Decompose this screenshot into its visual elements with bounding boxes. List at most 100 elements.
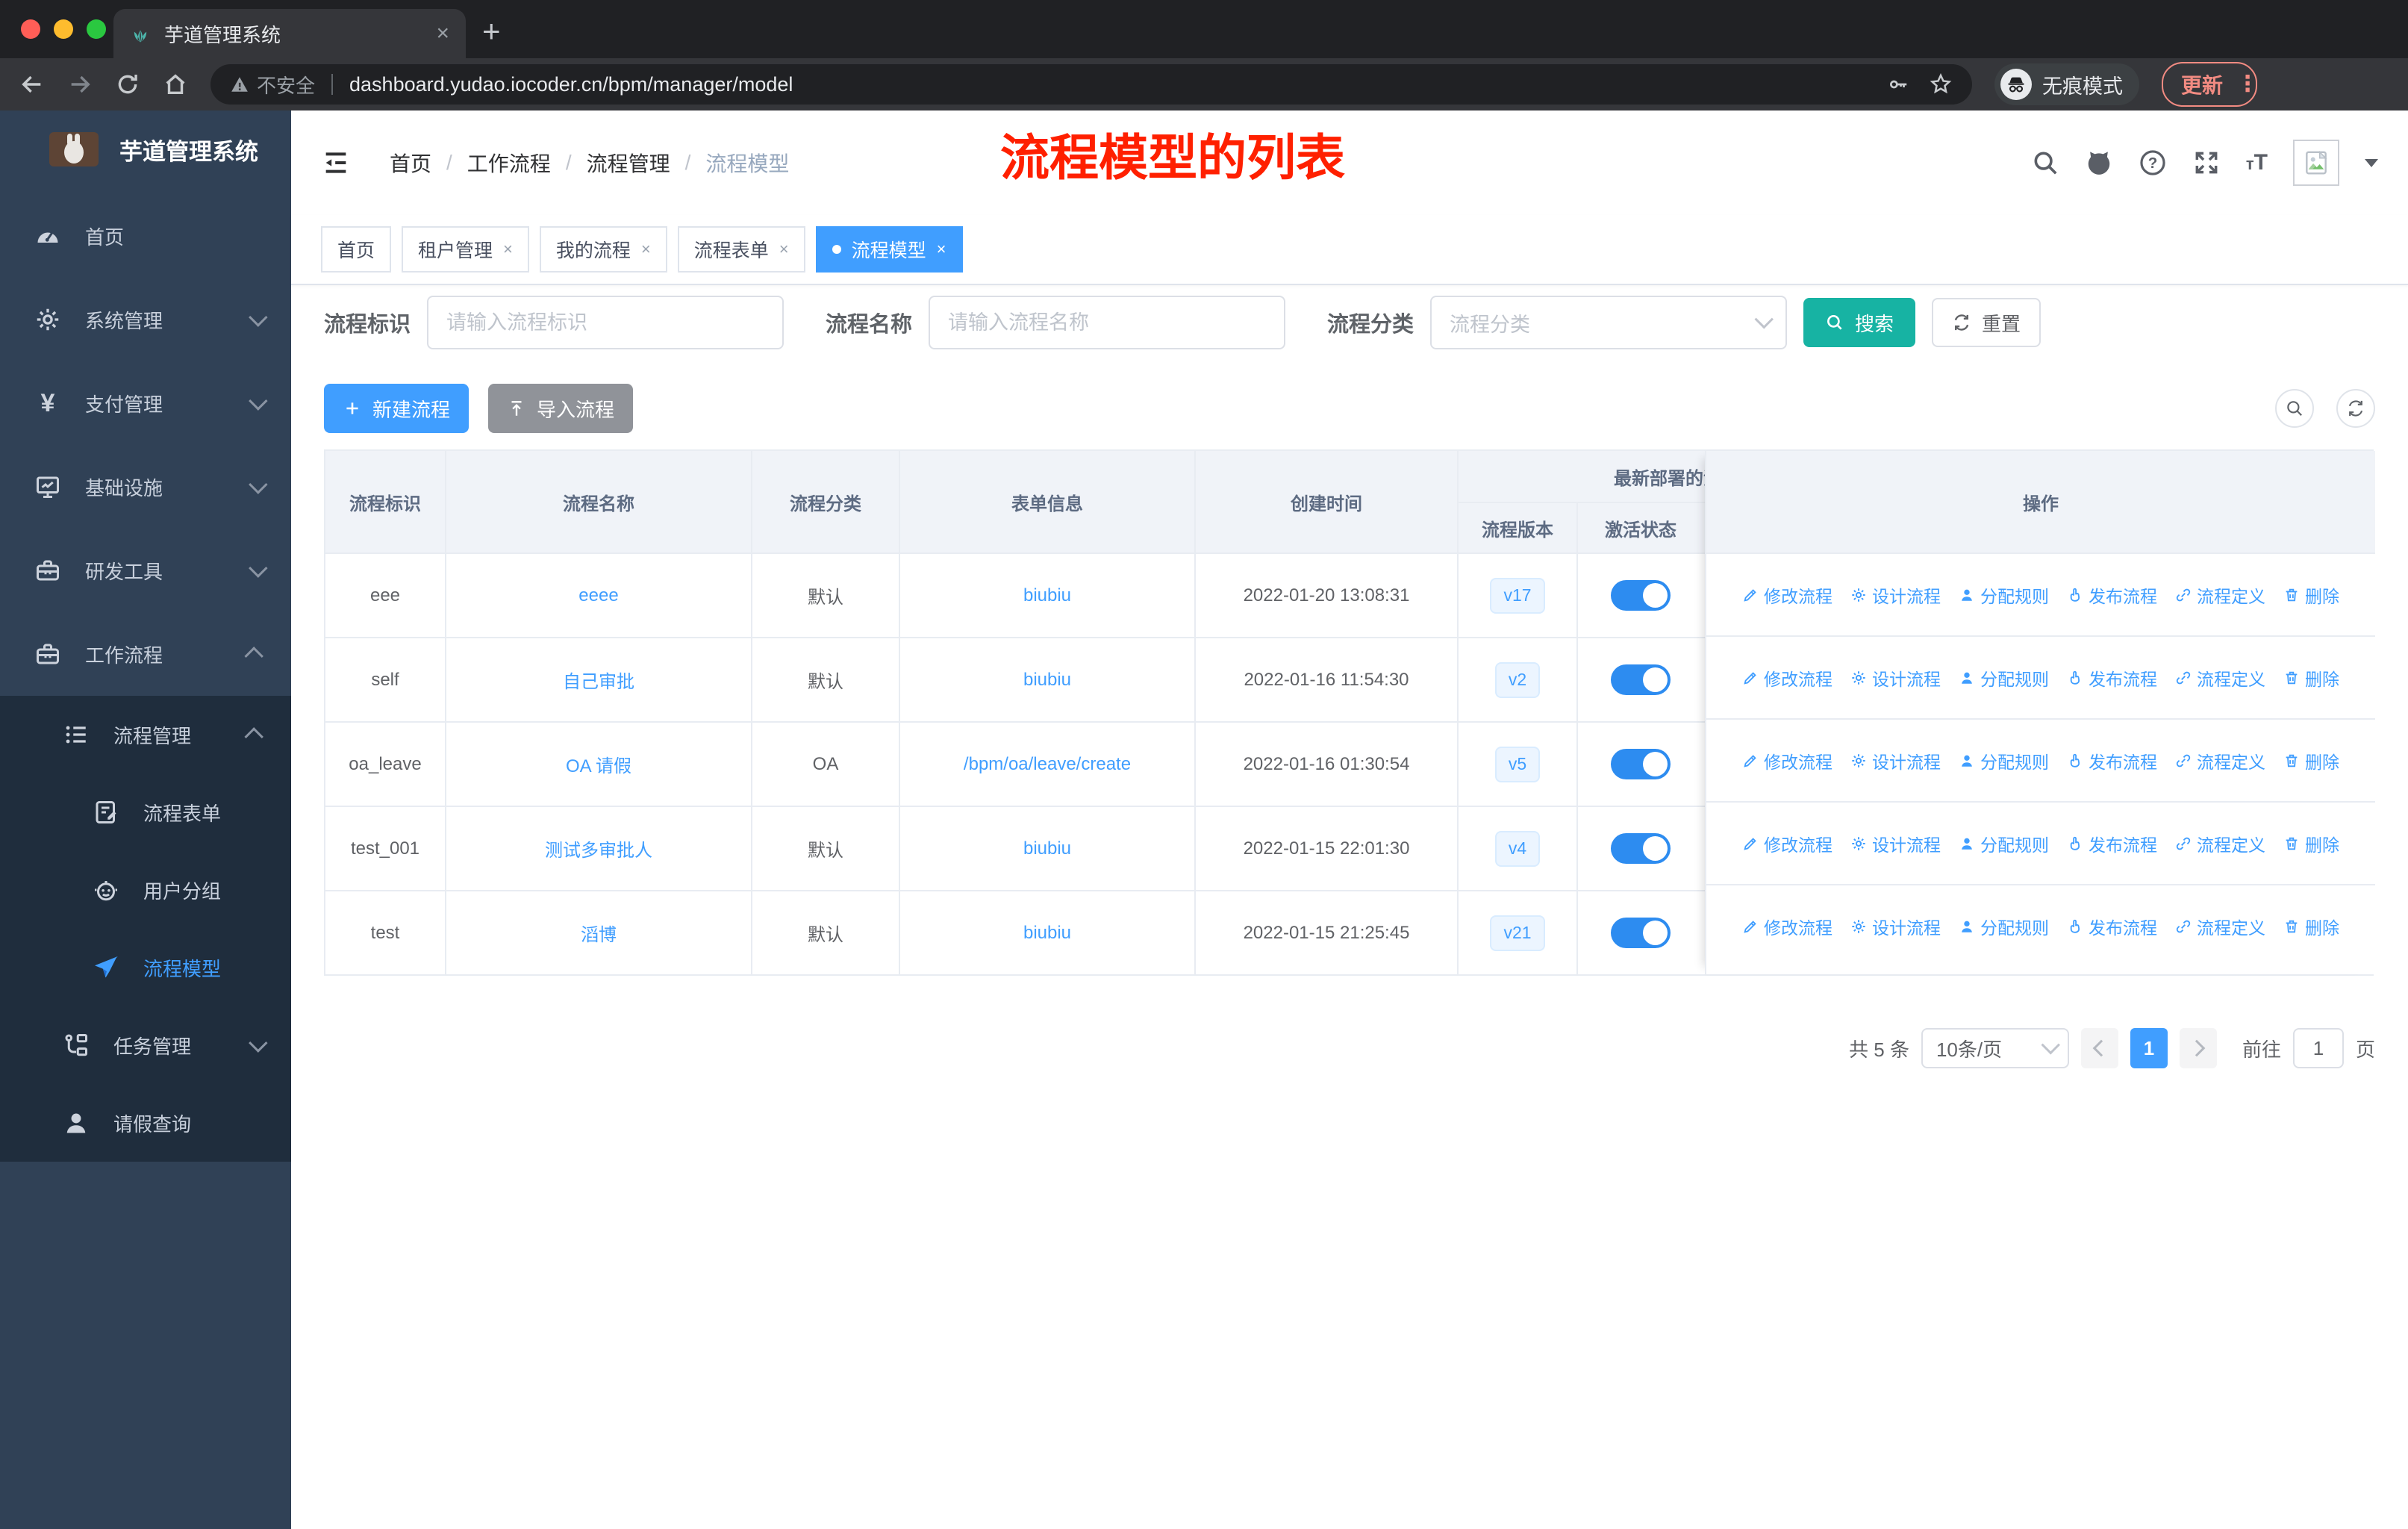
prev-page-button[interactable] [2080, 1028, 2118, 1068]
refresh-table-button[interactable] [2336, 389, 2375, 428]
next-page-button[interactable] [2179, 1028, 2217, 1068]
action-流程定义[interactable]: 流程定义 [2175, 831, 2265, 856]
tab-流程表单[interactable]: 流程表单 × [677, 226, 805, 273]
update-button[interactable]: 更新 ⋮ [2162, 62, 2259, 107]
tab-首页[interactable]: 首页 [321, 226, 392, 273]
action-设计流程[interactable]: 设计流程 [1850, 582, 1941, 608]
action-修改流程[interactable]: 修改流程 [1742, 748, 1832, 773]
action-分配规则[interactable]: 分配规则 [1959, 831, 2049, 856]
action-分配规则[interactable]: 分配规则 [1959, 748, 2049, 773]
tab-租户管理[interactable]: 租户管理 × [402, 226, 529, 273]
sidebar-item-请假查询[interactable]: 请假查询 [0, 1084, 291, 1162]
action-流程定义[interactable]: 流程定义 [2175, 665, 2265, 691]
form-info-link[interactable]: biubiu [1023, 585, 1071, 606]
tag-close-icon[interactable]: × [937, 240, 946, 259]
url-text[interactable]: dashboard.yudao.iocoder.cn/bpm/manager/m… [349, 73, 1877, 96]
process-name-link[interactable]: 自己审批 [563, 667, 634, 693]
reload-icon[interactable] [115, 72, 140, 97]
github-icon[interactable] [2085, 149, 2113, 177]
sidebar-item-流程模型[interactable]: 流程模型 [0, 929, 291, 1006]
breadcrumb-item[interactable]: 流程管理 [587, 148, 670, 178]
action-删除[interactable]: 删除 [2283, 914, 2339, 939]
active-toggle[interactable] [1611, 664, 1671, 695]
sidebar-item-基础设施[interactable]: 基础设施 [0, 445, 291, 529]
form-info-link[interactable]: biubiu [1023, 670, 1071, 691]
sidebar-item-工作流程[interactable]: 工作流程 [0, 612, 291, 696]
action-修改流程[interactable]: 修改流程 [1742, 831, 1832, 856]
security-chip[interactable]: 不安全 [230, 71, 315, 99]
sidebar-item-流程管理[interactable]: 流程管理 [0, 696, 291, 773]
action-发布流程[interactable]: 发布流程 [2067, 914, 2157, 939]
search-icon[interactable] [2031, 149, 2059, 177]
action-发布流程[interactable]: 发布流程 [2067, 831, 2157, 856]
create-process-button[interactable]: 新建流程 [324, 384, 469, 433]
browser-tab[interactable]: 芋道管理系统 × [113, 9, 466, 58]
sidebar-item-任务管理[interactable]: 任务管理 [0, 1006, 291, 1084]
action-分配规则[interactable]: 分配规则 [1959, 582, 2049, 608]
current-page-button[interactable]: 1 [2130, 1028, 2168, 1068]
process-key-input[interactable] [427, 296, 785, 349]
action-删除[interactable]: 删除 [2283, 582, 2339, 608]
address-bar[interactable]: 不安全 dashboard.yudao.iocoder.cn/bpm/manag… [210, 64, 1972, 105]
action-删除[interactable]: 删除 [2283, 748, 2339, 773]
process-name-link[interactable]: OA 请假 [566, 751, 631, 777]
collapse-sidebar-icon[interactable] [321, 148, 351, 178]
form-info-link[interactable]: biubiu [1023, 838, 1071, 859]
action-修改流程[interactable]: 修改流程 [1742, 582, 1832, 608]
sidebar-item-支付管理[interactable]: ¥ 支付管理 [0, 361, 291, 445]
key-icon[interactable] [1887, 73, 1909, 96]
user-avatar[interactable] [2293, 140, 2339, 186]
process-name-link[interactable]: 滔博 [581, 920, 617, 946]
action-修改流程[interactable]: 修改流程 [1742, 914, 1832, 939]
back-icon[interactable] [19, 72, 45, 97]
zoom-window-button[interactable] [87, 19, 106, 39]
new-tab-button[interactable]: + [482, 13, 501, 49]
process-name-link[interactable]: 测试多审批人 [545, 835, 652, 862]
action-分配规则[interactable]: 分配规则 [1959, 665, 2049, 691]
active-toggle[interactable] [1611, 833, 1671, 864]
goto-page-input[interactable] [2292, 1028, 2344, 1068]
action-发布流程[interactable]: 发布流程 [2067, 665, 2157, 691]
process-category-select[interactable]: 流程分类 [1430, 296, 1788, 349]
action-修改流程[interactable]: 修改流程 [1742, 665, 1832, 691]
avatar-caret-icon[interactable] [2365, 158, 2378, 167]
font-size-icon[interactable]: тT [2246, 150, 2268, 175]
action-流程定义[interactable]: 流程定义 [2175, 914, 2265, 939]
menu-dots-icon[interactable]: ⋮ [2236, 73, 2259, 95]
action-删除[interactable]: 删除 [2283, 831, 2339, 856]
tab-我的流程[interactable]: 我的流程 × [539, 226, 667, 273]
close-window-button[interactable] [21, 19, 40, 39]
sidebar-item-流程表单[interactable]: 流程表单 [0, 773, 291, 851]
action-删除[interactable]: 删除 [2283, 665, 2339, 691]
forward-icon[interactable] [67, 72, 93, 97]
home-icon[interactable] [163, 72, 188, 97]
page-size-select[interactable]: 10条/页 [1921, 1028, 2069, 1068]
action-设计流程[interactable]: 设计流程 [1850, 748, 1941, 773]
tag-close-icon[interactable]: × [641, 240, 651, 259]
help-icon[interactable]: ? [2139, 149, 2167, 177]
action-流程定义[interactable]: 流程定义 [2175, 748, 2265, 773]
sidebar-item-用户分组[interactable]: 用户分组 [0, 851, 291, 929]
action-设计流程[interactable]: 设计流程 [1850, 914, 1941, 939]
tag-close-icon[interactable]: × [503, 240, 513, 259]
fullscreen-icon[interactable] [2192, 149, 2221, 177]
search-button[interactable]: 搜索 [1803, 298, 1916, 347]
breadcrumb-item[interactable]: 工作流程 [467, 148, 551, 178]
form-info-link[interactable]: /bpm/oa/leave/create [964, 754, 1131, 775]
action-设计流程[interactable]: 设计流程 [1850, 831, 1941, 856]
import-process-button[interactable]: 导入流程 [488, 384, 633, 433]
action-设计流程[interactable]: 设计流程 [1850, 665, 1941, 691]
action-发布流程[interactable]: 发布流程 [2067, 582, 2157, 608]
sidebar-item-系统管理[interactable]: 系统管理 [0, 278, 291, 361]
sidebar-logo[interactable]: 芋道管理系统 [0, 110, 291, 188]
reset-button[interactable]: 重置 [1932, 298, 2042, 347]
action-分配规则[interactable]: 分配规则 [1959, 914, 2049, 939]
sidebar-item-研发工具[interactable]: 研发工具 [0, 529, 291, 612]
tab-流程模型[interactable]: 流程模型 × [815, 226, 963, 273]
action-发布流程[interactable]: 发布流程 [2067, 748, 2157, 773]
active-toggle[interactable] [1611, 918, 1671, 948]
minimize-window-button[interactable] [54, 19, 73, 39]
breadcrumb-item[interactable]: 首页 [390, 148, 431, 178]
process-name-link[interactable]: eeee [578, 585, 618, 606]
process-name-input[interactable] [929, 296, 1286, 349]
